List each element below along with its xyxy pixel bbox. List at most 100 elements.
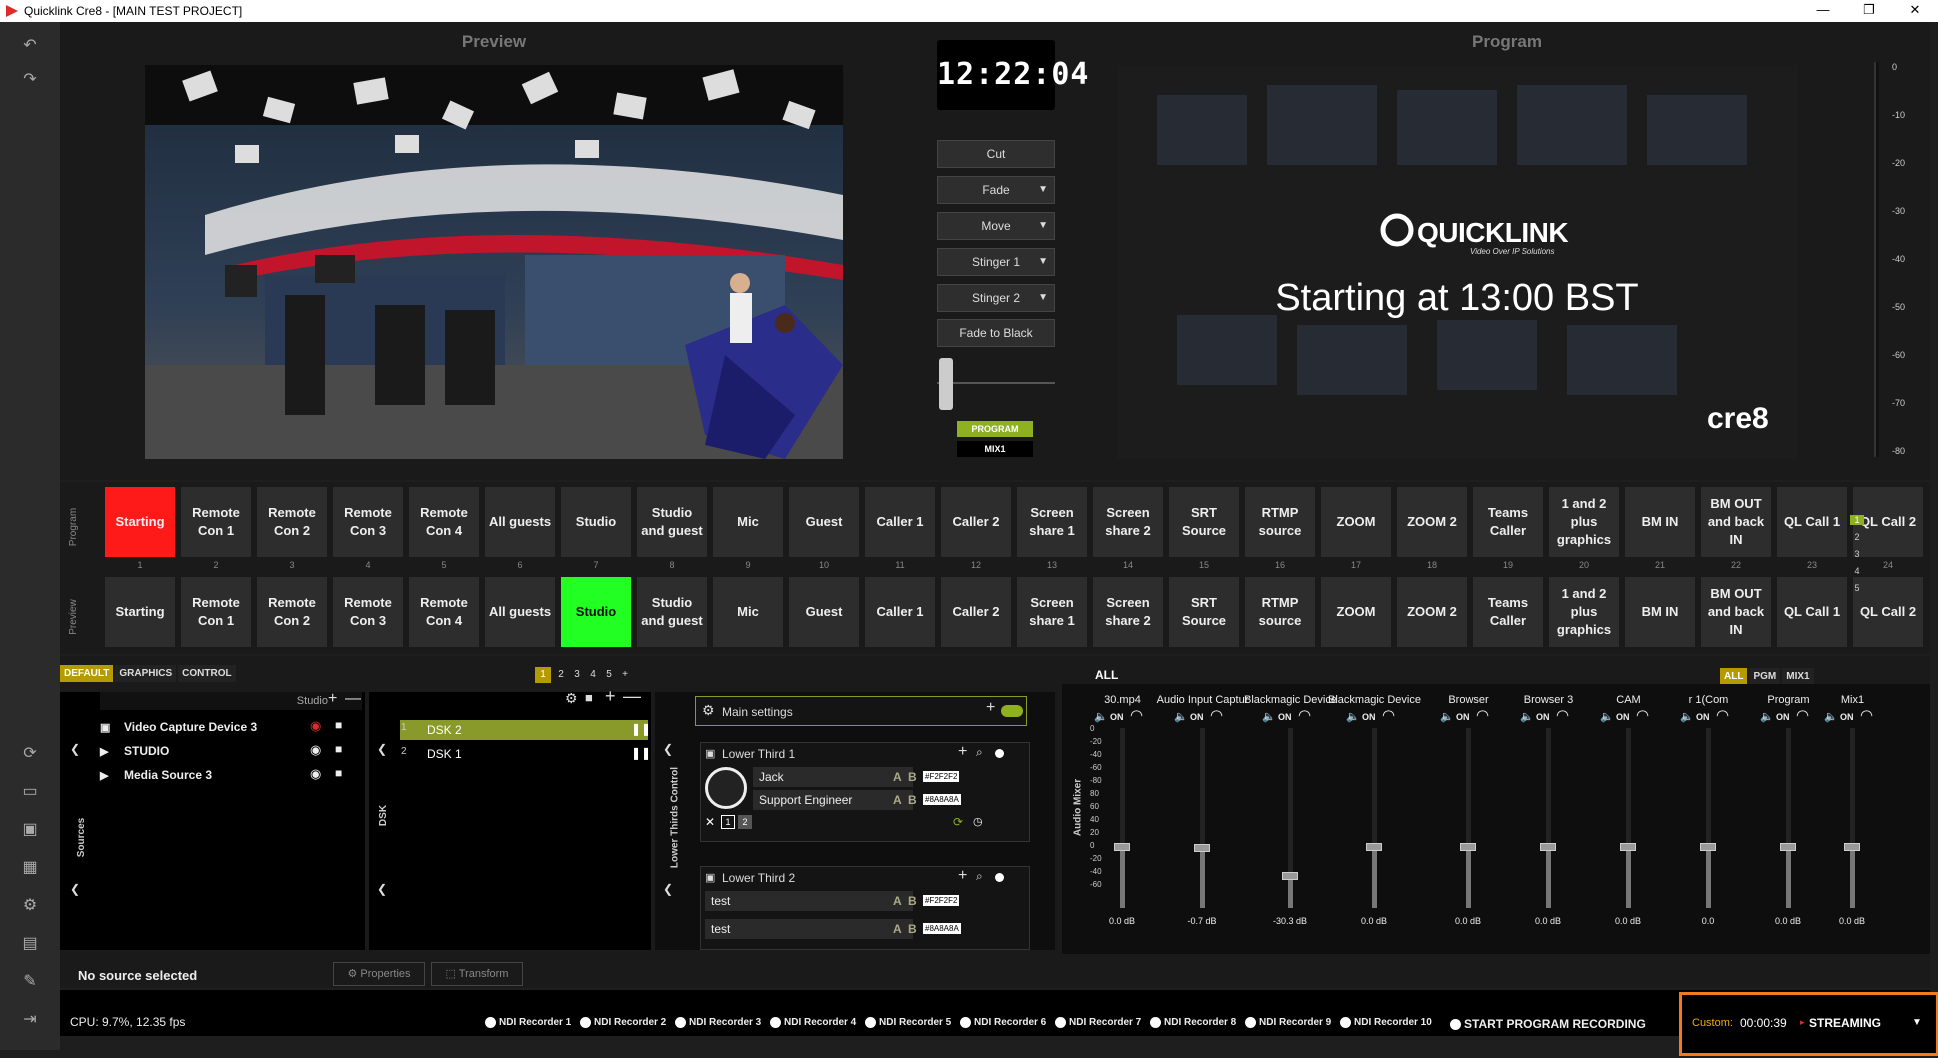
gear-icon[interactable]: ⚙: [702, 702, 715, 719]
headphones-icon[interactable]: ◠: [1860, 706, 1873, 724]
exit-icon[interactable]: ⇥: [18, 1010, 42, 1030]
tab-control[interactable]: CONTROL: [178, 665, 236, 682]
speaker-icon[interactable]: 🔈: [1520, 710, 1534, 723]
lock-icon[interactable]: ■: [335, 766, 342, 780]
chevron-down-icon[interactable]: ▼: [1912, 1017, 1922, 1028]
fade-to-black-button[interactable]: Fade to Black: [937, 319, 1055, 347]
channel-on-label[interactable]: ON: [1840, 712, 1854, 722]
move-button[interactable]: Move ▼: [937, 212, 1055, 240]
gear-icon[interactable]: ⚙: [18, 896, 42, 916]
program-source-button[interactable]: QL Call 1: [1777, 487, 1847, 557]
start-recording-button[interactable]: START PROGRAM RECORDING: [1450, 1017, 1646, 1031]
program-source-button[interactable]: Caller 2: [941, 487, 1011, 557]
chevron-down-icon[interactable]: ▼: [1038, 285, 1048, 311]
refresh-icon[interactable]: ⟳: [18, 744, 42, 764]
lt2-role-field[interactable]: test: [705, 919, 913, 939]
add-dsk-icon[interactable]: +: [605, 686, 616, 707]
channel-on-label[interactable]: ON: [1616, 712, 1630, 722]
ndi-recorder-toggle[interactable]: NDI Recorder 4: [770, 1017, 856, 1028]
program-source-button[interactable]: Screen share 1: [1017, 487, 1087, 557]
preview-source-button[interactable]: ZOOM 2: [1397, 577, 1467, 647]
fader-knob[interactable]: [1844, 843, 1860, 851]
program-source-button[interactable]: Remote Con 4: [409, 487, 479, 557]
lt1-slot-2[interactable]: 2: [738, 815, 752, 829]
remove-dsk-icon[interactable]: —: [623, 686, 641, 707]
ndi-recorder-toggle[interactable]: NDI Recorder 6: [960, 1017, 1046, 1028]
preview-source-button[interactable]: Studio: [561, 577, 631, 647]
speaker-icon[interactable]: 🔈: [1600, 710, 1614, 723]
chevron-down-icon[interactable]: ▼: [1038, 213, 1048, 239]
ndi-recorder-toggle[interactable]: NDI Recorder 2: [580, 1017, 666, 1028]
fader-knob[interactable]: [1540, 843, 1556, 851]
preview-source-button[interactable]: BM IN: [1625, 577, 1695, 647]
speaker-icon[interactable]: 🔈: [1262, 710, 1276, 723]
speaker-icon[interactable]: 🔈: [1680, 710, 1694, 723]
channel-on-label[interactable]: ON: [1776, 712, 1790, 722]
ndi-recorder-toggle[interactable]: NDI Recorder 10: [1340, 1017, 1432, 1028]
source-item[interactable]: ▶ STUDIO: [100, 744, 169, 758]
eye-icon[interactable]: ◉: [310, 742, 321, 758]
stinger1-button[interactable]: Stinger 1 ▼: [937, 248, 1055, 276]
program-source-button[interactable]: SRT Source: [1169, 487, 1239, 557]
lt1-color2[interactable]: #8A8A8A: [923, 794, 961, 805]
preview-source-button[interactable]: Starting: [105, 577, 175, 647]
preview-source-button[interactable]: Studio and guest: [637, 577, 707, 647]
minimize-button[interactable]: —: [1800, 0, 1846, 22]
fader-knob[interactable]: [1620, 843, 1636, 851]
page-5[interactable]: 5: [1850, 583, 1864, 593]
preview-source-button[interactable]: Caller 1: [865, 577, 935, 647]
text-style-icon[interactable]: A: [893, 894, 902, 908]
program-source-button[interactable]: Remote Con 2: [257, 487, 327, 557]
chevron-left-icon[interactable]: ❮: [663, 742, 673, 756]
fader-knob[interactable]: [1114, 843, 1130, 851]
folder-icon[interactable]: ▤: [18, 934, 42, 954]
properties-button[interactable]: ⚙ Properties: [333, 962, 425, 986]
program-source-button[interactable]: BM IN: [1625, 487, 1695, 557]
bold-icon[interactable]: B: [908, 922, 917, 936]
program-source-button[interactable]: Screen share 2: [1093, 487, 1163, 557]
lock-icon[interactable]: ■: [585, 690, 593, 705]
program-source-button[interactable]: BM OUT and back IN: [1701, 487, 1771, 557]
channel-on-label[interactable]: ON: [1362, 712, 1376, 722]
hidden-eye-icon[interactable]: ◉: [310, 718, 321, 734]
dsk-item-name[interactable]: DSK 1: [427, 747, 462, 761]
headphones-icon[interactable]: ◠: [1298, 706, 1311, 724]
bold-icon[interactable]: B: [908, 793, 917, 807]
main-settings-bar[interactable]: ⚙ Main settings +: [695, 696, 1027, 726]
page-2[interactable]: 2: [1850, 532, 1864, 542]
channel-on-label[interactable]: ON: [1696, 712, 1710, 722]
page-3[interactable]: 3: [1850, 549, 1864, 559]
preview-source-button[interactable]: Remote Con 4: [409, 577, 479, 647]
tools-icon[interactable]: ✎: [18, 972, 42, 992]
program-source-button[interactable]: Teams Caller: [1473, 487, 1543, 557]
lt1-name-field[interactable]: Jack: [753, 767, 913, 787]
preview-source-button[interactable]: Remote Con 2: [257, 577, 327, 647]
chevron-left-icon[interactable]: ❮: [70, 882, 80, 896]
dsk-page-5[interactable]: 5: [601, 667, 617, 683]
channel-on-label[interactable]: ON: [1110, 712, 1124, 722]
headphones-icon[interactable]: ◠: [1716, 706, 1729, 724]
text-style-icon[interactable]: A: [893, 922, 902, 936]
preview-source-button[interactable]: 1 and 2 plus graphics: [1549, 577, 1619, 647]
program-source-button[interactable]: Remote Con 1: [181, 487, 251, 557]
speaker-icon[interactable]: 🔈: [1174, 710, 1188, 723]
t-bar[interactable]: [937, 358, 1055, 418]
dsk-page-4[interactable]: 4: [585, 667, 601, 683]
ndi-recorder-toggle[interactable]: NDI Recorder 5: [865, 1017, 951, 1028]
text-style-icon[interactable]: A: [893, 770, 902, 784]
program-source-button[interactable]: ZOOM 2: [1397, 487, 1467, 557]
channel-on-label[interactable]: ON: [1278, 712, 1292, 722]
fader-knob[interactable]: [1780, 843, 1796, 851]
record-dot-icon[interactable]: [995, 749, 1004, 758]
redo-icon[interactable]: ↷: [18, 70, 42, 90]
program-source-button[interactable]: Mic: [713, 487, 783, 557]
preview-source-button[interactable]: All guests: [485, 577, 555, 647]
add-icon[interactable]: +: [986, 699, 995, 717]
chevron-left-icon[interactable]: ❮: [663, 882, 673, 896]
source-item[interactable]: ▣ Video Capture Device 3: [100, 720, 257, 734]
preview-source-button[interactable]: BM OUT and back IN: [1701, 577, 1771, 647]
preview-source-button[interactable]: Caller 2: [941, 577, 1011, 647]
chevron-down-icon[interactable]: ▼: [1038, 249, 1048, 275]
add-source-icon[interactable]: +: [328, 690, 337, 708]
record-dot-icon[interactable]: [995, 873, 1004, 882]
